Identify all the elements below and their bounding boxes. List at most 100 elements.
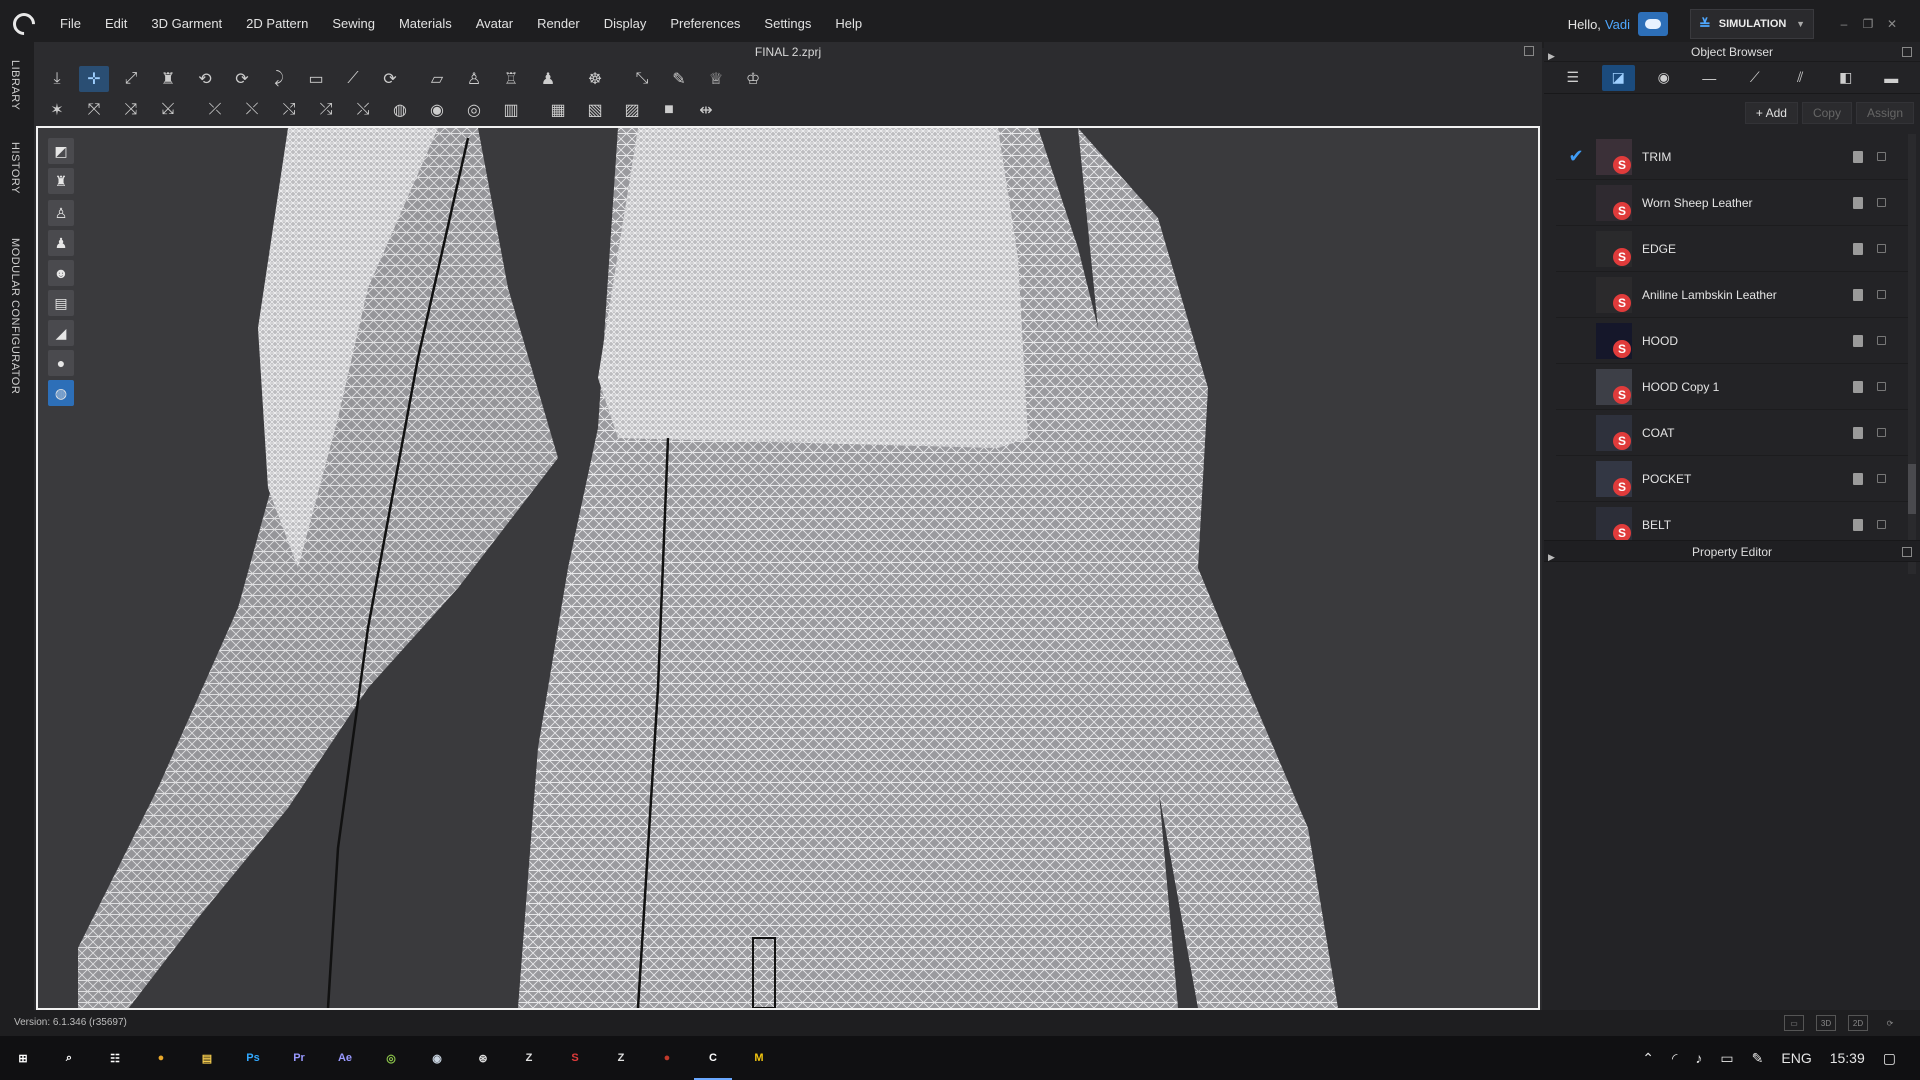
graphic-tool-icon[interactable]: ◍ — [385, 97, 415, 123]
garment-tool-icon[interactable]: ♜ — [153, 66, 183, 92]
taskbar-app-icon[interactable]: Ps — [230, 1036, 276, 1080]
material-list-scrollbar[interactable] — [1908, 134, 1916, 574]
fabric-tab-icon[interactable]: ◪ — [1601, 64, 1635, 91]
avatar-view-icon[interactable]: ♟ — [48, 230, 74, 256]
garment-view-icon[interactable]: ♜ — [48, 168, 74, 194]
add-button[interactable]: + Add — [1744, 102, 1798, 124]
fabric-fill-icon[interactable]: ■ — [654, 97, 684, 123]
3d-viewport[interactable]: ◩ ♜ ♙ ♟ ☻ ▤ ◢ ● ◍ — [36, 126, 1540, 1010]
trim-tab-icon[interactable]: ▬ — [1875, 65, 1909, 91]
garment-fit-map-icon[interactable]: ♔ — [738, 66, 768, 92]
curve-tool-icon[interactable]: ⟳ — [375, 66, 405, 92]
split-view-icon[interactable]: ▭ — [1784, 1015, 1804, 1031]
avatar-silhouette-icon[interactable]: ☻ — [48, 260, 74, 286]
pattern-tool-icon[interactable]: ▱ — [422, 66, 452, 92]
select-move-tool-icon[interactable]: ✛ — [79, 66, 109, 92]
show-garment-icon[interactable]: ♙ — [48, 200, 74, 226]
material-lock-icon[interactable] — [1853, 150, 1863, 163]
zipper-tool-icon[interactable]: ▥ — [496, 97, 526, 123]
3d-view-icon[interactable]: 3D — [1816, 1015, 1836, 1031]
garment-fit-icon[interactable]: ♕ — [701, 66, 731, 92]
taskbar-app-icon[interactable]: M — [736, 1036, 782, 1080]
avatar-pin-icon[interactable]: ♟ — [533, 66, 563, 92]
taskbar-app-icon[interactable]: ◉ — [414, 1036, 460, 1080]
measure-distance-icon[interactable]: ⇹ — [691, 97, 721, 123]
segment-sewing-icon[interactable]: ⤨ — [116, 97, 146, 123]
float-panel-icon[interactable] — [1902, 47, 1912, 57]
material-settings-icon[interactable] — [1877, 520, 1886, 529]
measure-tool-icon[interactable]: ⤡ — [627, 66, 657, 92]
chevron-up-icon[interactable]: ⌃ — [1642, 1050, 1654, 1067]
material-settings-icon[interactable] — [1877, 336, 1886, 345]
texture-view-icon[interactable]: ◢ — [48, 320, 74, 346]
menu-avatar[interactable]: Avatar — [464, 0, 525, 48]
simulation-tool-icon[interactable]: ⤓ — [42, 66, 72, 92]
notification-icon[interactable]: ▢ — [1883, 1050, 1896, 1067]
mode-dropdown[interactable]: ≚ SIMULATION ▼ — [1690, 9, 1814, 39]
zipper-tab-icon[interactable]: ⫽ — [1784, 65, 1818, 91]
cloud-icon[interactable] — [1638, 12, 1668, 36]
taskbar-app-icon[interactable]: C — [690, 1036, 736, 1080]
material-lock-icon[interactable] — [1853, 472, 1863, 485]
button-tab-icon[interactable]: ◉ — [1647, 65, 1681, 91]
tab-library[interactable]: LIBRARY — [9, 60, 21, 110]
fold-arrangement-icon[interactable]: ⟲ — [190, 66, 220, 92]
shirt-tool-icon[interactable]: ♙ — [459, 66, 489, 92]
taskbar-app-icon[interactable]: Z — [598, 1036, 644, 1080]
globe-icon[interactable]: ◍ — [48, 380, 74, 406]
minimize-icon[interactable]: – — [1832, 12, 1856, 36]
texture-tool-icon[interactable]: ⤮ — [311, 97, 341, 123]
taskbar-app-icon[interactable]: S — [552, 1036, 598, 1080]
refresh-icon[interactable]: ⟳ — [1880, 1015, 1900, 1031]
menu-display[interactable]: Display — [592, 0, 659, 48]
material-row[interactable]: S COAT — [1556, 410, 1908, 456]
menu-materials[interactable]: Materials — [387, 0, 464, 48]
float-panel-icon[interactable] — [1902, 547, 1912, 557]
pose-tool-icon[interactable]: ✶ — [42, 97, 72, 123]
menu-preferences[interactable]: Preferences — [658, 0, 752, 48]
tab-modular-configurator[interactable]: MODULAR CONFIGURATOR — [9, 238, 21, 394]
taskbar-app-icon[interactable]: ⊞ — [0, 1036, 46, 1080]
taskbar-app-icon[interactable]: ⊛ — [460, 1036, 506, 1080]
material-lock-icon[interactable] — [1853, 334, 1863, 347]
float-window-icon[interactable] — [1524, 46, 1534, 56]
taskbar-app-icon[interactable]: ◎ — [368, 1036, 414, 1080]
username[interactable]: Vadi — [1605, 17, 1630, 32]
close-icon[interactable]: ✕ — [1880, 12, 1904, 36]
material-lock-icon[interactable] — [1853, 288, 1863, 301]
material-lock-icon[interactable] — [1853, 380, 1863, 393]
tab-history[interactable]: HISTORY — [9, 142, 21, 194]
pen-icon[interactable]: ✎ — [1752, 1050, 1764, 1067]
menu-file[interactable]: File — [48, 0, 93, 48]
menu-edit[interactable]: Edit — [93, 0, 139, 48]
pen-tool-icon[interactable]: ✎ — [664, 66, 694, 92]
taskbar-app-icon[interactable]: ● — [138, 1036, 184, 1080]
avatar-head-icon[interactable]: ● — [48, 350, 74, 376]
button-tool-icon[interactable]: ◉ — [422, 97, 452, 123]
copy-button[interactable]: Copy — [1801, 102, 1852, 124]
language-indicator[interactable]: ENG — [1781, 1050, 1811, 1066]
material-settings-icon[interactable] — [1877, 474, 1886, 483]
volume-icon[interactable]: ♪ — [1695, 1050, 1702, 1066]
menu-render[interactable]: Render — [525, 0, 592, 48]
edit-texture-icon[interactable]: ⤯ — [348, 97, 378, 123]
clock[interactable]: 15:39 — [1830, 1050, 1865, 1066]
fold-tool-icon[interactable]: ⟳ — [227, 66, 257, 92]
material-settings-icon[interactable] — [1877, 244, 1886, 253]
fabric-shrink-icon[interactable]: ▨ — [617, 97, 647, 123]
piping-tool-icon[interactable]: ▦ — [543, 97, 573, 123]
material-lock-icon[interactable] — [1853, 426, 1863, 439]
clo-logo-icon[interactable] — [0, 0, 48, 48]
taskbar-app-icon[interactable]: Z — [506, 1036, 552, 1080]
battery-icon[interactable]: ▭ — [1720, 1050, 1733, 1067]
pants-tool-icon[interactable]: ♖ — [496, 66, 526, 92]
material-settings-icon[interactable] — [1877, 382, 1886, 391]
material-lock-icon[interactable] — [1853, 518, 1863, 531]
material-lock-icon[interactable] — [1853, 196, 1863, 209]
menu-sewing[interactable]: Sewing — [320, 0, 387, 48]
menu-2d-pattern[interactable]: 2D Pattern — [234, 0, 320, 48]
free-sewing-icon[interactable]: ⤩ — [153, 97, 183, 123]
material-row[interactable]: S HOOD — [1556, 318, 1908, 364]
box-tool-icon[interactable]: ▭ — [301, 66, 331, 92]
material-settings-icon[interactable] — [1877, 198, 1886, 207]
